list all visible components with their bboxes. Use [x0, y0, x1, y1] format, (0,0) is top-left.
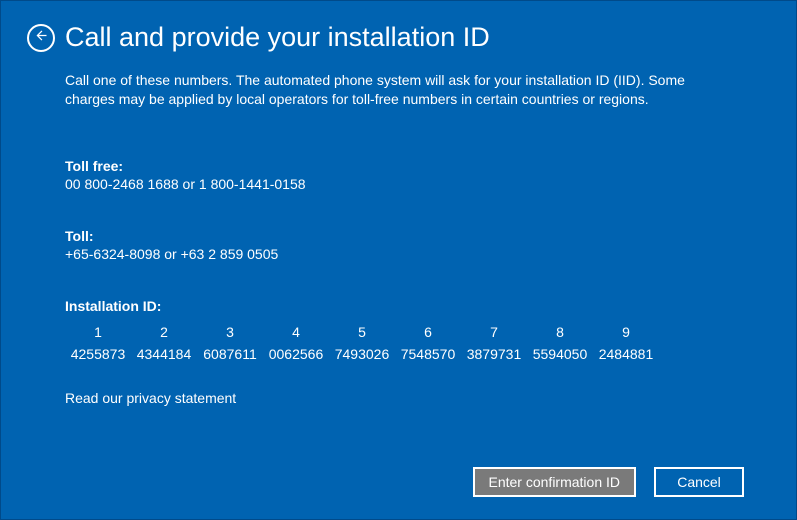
page-title: Call and provide your installation ID [65, 23, 490, 53]
iid-group: 7548570 [395, 346, 461, 362]
installation-id-label: Installation ID: [65, 298, 732, 314]
iid-group: 7493026 [329, 346, 395, 362]
toll-free-label: Toll free: [65, 158, 732, 174]
description-text: Call one of these numbers. The automated… [65, 71, 732, 110]
cancel-button[interactable]: Cancel [654, 467, 744, 497]
iid-header: 1 [65, 324, 131, 340]
toll-label: Toll: [65, 228, 732, 244]
iid-header: 4 [263, 324, 329, 340]
toll-value: +65-6324-8098 or +63 2 859 0505 [65, 246, 732, 262]
iid-group: 4255873 [65, 346, 131, 362]
privacy-statement-link[interactable]: Read our privacy statement [65, 390, 732, 406]
iid-header: 5 [329, 324, 395, 340]
back-arrow-icon [34, 28, 49, 48]
iid-group: 3879731 [461, 346, 527, 362]
toll-free-value: 00 800-2468 1688 or 1 800-1441-0158 [65, 176, 732, 192]
iid-group: 0062566 [263, 346, 329, 362]
iid-group: 4344184 [131, 346, 197, 362]
iid-header: 2 [131, 324, 197, 340]
enter-confirmation-id-button[interactable]: Enter confirmation ID [473, 467, 637, 497]
iid-group: 2484881 [593, 346, 659, 362]
back-button[interactable] [27, 24, 55, 52]
iid-group: 5594050 [527, 346, 593, 362]
iid-header: 7 [461, 324, 527, 340]
iid-header: 3 [197, 324, 263, 340]
installation-id-table: 1 2 3 4 5 6 7 8 9 4255873 4344184 608761… [65, 324, 732, 362]
iid-header: 9 [593, 324, 659, 340]
iid-header: 6 [395, 324, 461, 340]
iid-group: 6087611 [197, 346, 263, 362]
iid-header: 8 [527, 324, 593, 340]
